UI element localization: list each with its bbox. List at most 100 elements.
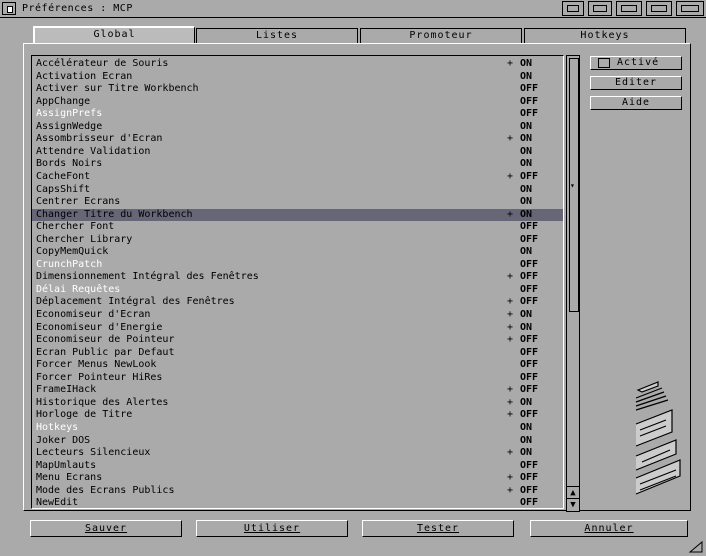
list-item-name: Lecteurs Silencieux: [36, 447, 151, 459]
title-bar[interactable]: Préférences : MCP: [0, 0, 706, 18]
list-item[interactable]: Economiseur d'Energie + ON: [32, 322, 563, 334]
list-item-config-marker: +: [507, 384, 514, 396]
tab-global[interactable]: Global: [33, 26, 195, 44]
list-item[interactable]: CrunchPatch OFF: [32, 259, 563, 271]
preferences-window: Préférences : MCP Global Listes Promoteu…: [0, 0, 706, 556]
list-item[interactable]: CopyMemQuick ON: [32, 246, 563, 258]
cancel-label: Annuler: [584, 523, 634, 534]
list-item-state: ON: [520, 434, 533, 446]
test-button[interactable]: Tester: [362, 520, 514, 537]
list-item-config-marker: +: [507, 309, 514, 320]
list-item-name: Assombrisseur d'Ecran: [36, 133, 163, 145]
list-item-config-marker: +: [507, 447, 514, 459]
tab-promoteur[interactable]: Promoteur: [360, 28, 522, 44]
list-item-name: Bords Noirs: [36, 158, 103, 170]
active-checkbox[interactable]: [598, 58, 610, 68]
list-item[interactable]: Centrer Ecrans ON: [32, 196, 563, 208]
list-item[interactable]: Assombrisseur d'Ecran + ON: [32, 133, 563, 145]
list-item[interactable]: MapUmlauts OFF: [32, 460, 563, 472]
list-item[interactable]: Activer sur Titre Workbench OFF: [32, 83, 563, 95]
list-item-state: ON: [520, 70, 533, 82]
list-item[interactable]: Economiseur d'Ecran + ON: [32, 309, 563, 321]
list-item-state: OFF: [520, 371, 539, 383]
list-item[interactable]: Hotkeys ON: [32, 422, 563, 434]
list-item-state: OFF: [520, 459, 539, 471]
list-item[interactable]: Historique des Alertes + ON: [32, 397, 563, 409]
list-item[interactable]: Activation Ecran ON: [32, 71, 563, 83]
list-item-name: CacheFont: [36, 170, 91, 182]
tab-listes[interactable]: Listes: [196, 28, 358, 44]
use-label: Utiliser: [243, 523, 301, 534]
list-item[interactable]: Dimensionnement Intégral des Fenêtres + OF…: [32, 271, 563, 283]
list-item-state: ON: [520, 208, 533, 220]
list-item-state: ON: [520, 246, 533, 258]
iconify-icon[interactable]: [562, 1, 584, 16]
list-item-config-marker: +: [507, 170, 514, 182]
use-button[interactable]: Utiliser: [196, 520, 348, 537]
list-item-state: OFF: [520, 346, 539, 358]
snapshot-icon[interactable]: [588, 1, 612, 16]
list-item-name: Dimensionnement Intégral des Fenêtres: [36, 271, 259, 283]
list-item-state: OFF: [520, 472, 539, 484]
list-item[interactable]: CapsShift ON: [32, 184, 563, 196]
tab-hotkeys[interactable]: Hotkeys: [524, 28, 686, 44]
list-item-name: Economiseur de Pointeur: [36, 334, 175, 346]
list-item-name: Menu Ecrans: [36, 472, 103, 484]
help-button[interactable]: Aide: [590, 96, 682, 110]
list-item[interactable]: Bords Noirs ON: [32, 158, 563, 170]
list-item-state: ON: [520, 321, 533, 333]
list-item[interactable]: Attendre Validation ON: [32, 146, 563, 158]
list-item[interactable]: NewEdit OFF: [32, 497, 563, 509]
scroll-down-icon[interactable]: ▼: [566, 498, 580, 512]
list-item-name: Ecran Public par Defaut: [36, 346, 175, 358]
list-item-state: OFF: [520, 283, 539, 295]
list-item-name: AppChange: [36, 95, 91, 107]
depth-back-icon[interactable]: [676, 1, 704, 16]
list-item[interactable]: Déplacement Intégral des Fenêtres + OFF: [32, 296, 563, 308]
list-item[interactable]: Chercher Font OFF: [32, 221, 563, 233]
list-item[interactable]: AssignWedge ON: [32, 121, 563, 133]
list-item[interactable]: AssignPrefs OFF: [32, 108, 563, 120]
list-item-name: CopyMemQuick: [36, 246, 109, 258]
list-item[interactable]: Ecran Public par Defaut OFF: [32, 347, 563, 359]
list-item[interactable]: Forcer Menus NewLook OFF: [32, 359, 563, 371]
scroll-marker-icon: ▾: [570, 181, 575, 190]
list-item-config-marker: +: [507, 271, 514, 283]
zoom-icon[interactable]: [616, 1, 642, 16]
list-item-state: ON: [520, 309, 533, 320]
depth-icon[interactable]: [646, 1, 672, 16]
list-item[interactable]: Chercher Library OFF: [32, 234, 563, 246]
list-item-state: OFF: [520, 233, 539, 245]
list-item[interactable]: CacheFont + OFF: [32, 171, 563, 183]
list-item[interactable]: FrameIHack + OFF: [32, 384, 563, 396]
commodities-list[interactable]: Accélérateur de Souris + ON Activation Ecra…: [31, 55, 564, 509]
list-item-state: OFF: [520, 221, 539, 233]
list-item-state: OFF: [520, 170, 539, 182]
list-item[interactable]: Joker DOS ON: [32, 435, 563, 447]
list-item[interactable]: Mode des Ecrans Publics + OFF: [32, 485, 563, 497]
list-item[interactable]: Forcer Pointeur HiRes OFF: [32, 372, 563, 384]
save-button[interactable]: Sauver: [30, 520, 182, 537]
list-item-state: ON: [520, 421, 533, 433]
list-item[interactable]: Changer Titre du Workbench + ON: [32, 208, 563, 221]
list-item-config-marker: +: [507, 321, 514, 333]
list-item[interactable]: Lecteurs Silencieux + ON: [32, 447, 563, 459]
list-item[interactable]: Menu Ecrans + OFF: [32, 472, 563, 484]
list-item-state: ON: [520, 120, 533, 132]
list-item[interactable]: Délai Requêtes OFF: [32, 284, 563, 296]
list-item[interactable]: Horloge de Titre + OFF: [32, 409, 563, 421]
list-item[interactable]: Accélérateur de Souris + ON: [32, 58, 563, 70]
list-item-config-marker: +: [507, 208, 514, 220]
list-item-name: Joker DOS: [36, 434, 91, 446]
edit-button[interactable]: Editer: [590, 76, 682, 90]
list-item-state: OFF: [520, 258, 539, 270]
list-item[interactable]: AppChange OFF: [32, 96, 563, 108]
list-item[interactable]: Economiseur de Pointeur + OFF: [32, 334, 563, 346]
active-label: Activé: [617, 57, 660, 68]
save-label: Sauver: [84, 523, 128, 534]
cancel-button[interactable]: Annuler: [530, 520, 688, 537]
resize-icon[interactable]: [688, 540, 704, 554]
list-item-name: Economiseur d'Ecran: [36, 309, 151, 320]
list-scrollbar[interactable]: ▾: [566, 55, 580, 507]
close-icon[interactable]: [2, 2, 16, 15]
